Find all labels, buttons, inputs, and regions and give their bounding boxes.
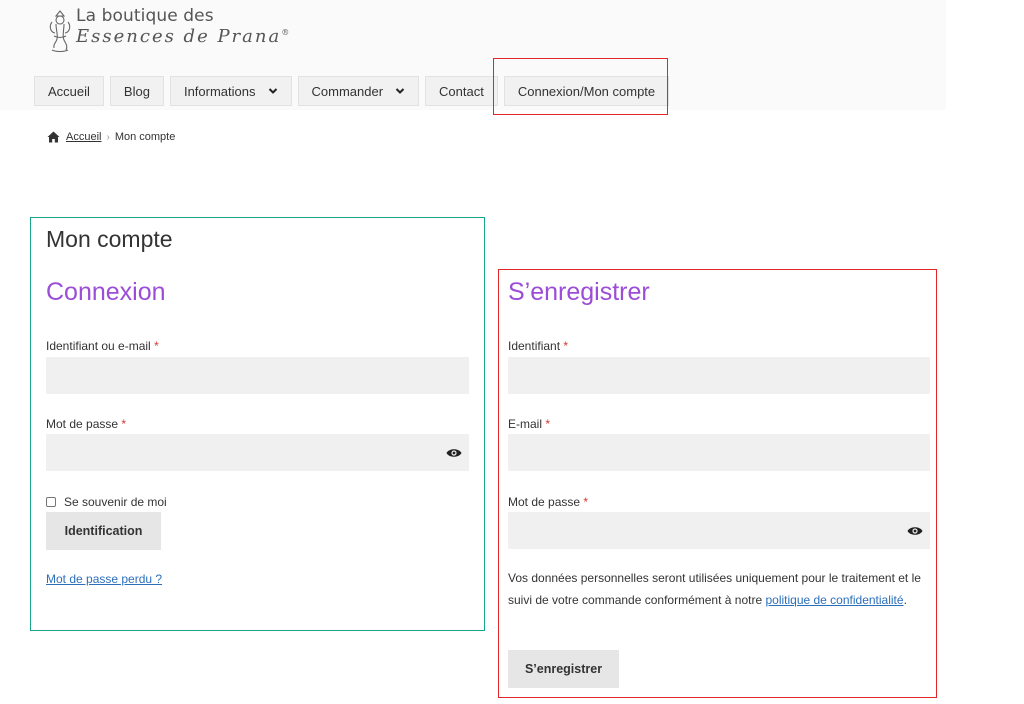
highlight-box-register [498,269,937,698]
chevron-down-icon [268,88,277,94]
eye-icon[interactable] [446,447,462,459]
breadcrumb-separator: › [106,131,110,143]
register-password-label: Mot de passe * [508,495,589,509]
breadcrumb: Accueil › Mon compte [47,131,175,143]
login-username-input[interactable] [46,357,469,394]
register-username-input[interactable] [508,357,930,394]
site-logo[interactable]: La boutique des Essences de Prana® [46,8,289,54]
logo-line1: La boutique des [76,6,214,26]
login-title: Connexion [46,278,166,306]
breadcrumb-current: Mon compte [114,131,176,143]
home-icon [47,131,60,143]
highlight-box-account-nav [493,58,668,115]
register-password-input[interactable] [508,512,930,549]
logo-line2: Essences de Prana® [76,26,290,47]
lost-password-link[interactable]: Mot de passe perdu ? [46,572,162,586]
register-button[interactable]: S’enregistrer [508,650,619,688]
nav-item-blog[interactable]: Blog [109,76,164,106]
eye-icon[interactable] [907,525,923,537]
breadcrumb-home-link[interactable]: Accueil [66,131,101,143]
privacy-policy-link[interactable]: politique de confidentialité [765,593,903,607]
chevron-down-icon [395,88,405,94]
ganesha-logo-icon [49,10,71,53]
remember-me-checkbox[interactable] [46,497,56,507]
trademark: ® [281,28,290,37]
remember-me-label: Se souvenir de moi [64,495,167,509]
nav-item-commander[interactable]: Commander [297,76,420,106]
login-password-input[interactable] [46,434,469,471]
login-button[interactable]: Identification [46,512,161,550]
page-title: Mon compte [46,226,173,252]
nav-item-accueil[interactable]: Accueil [34,76,104,106]
register-email-input[interactable] [508,434,930,471]
register-title: S’enregistrer [508,278,650,306]
remember-me[interactable]: Se souvenir de moi [46,495,167,509]
register-username-label: Identifiant * [508,339,569,353]
privacy-notice: Vos données personnelles seront utilisée… [508,571,921,607]
register-email-label: E-mail * [508,417,551,431]
nav-item-contact[interactable]: Contact [425,76,498,106]
nav-item-informations[interactable]: Informations [169,76,292,106]
login-username-label: Identifiant ou e-mail * [46,339,159,353]
login-password-label: Mot de passe * [46,417,127,431]
